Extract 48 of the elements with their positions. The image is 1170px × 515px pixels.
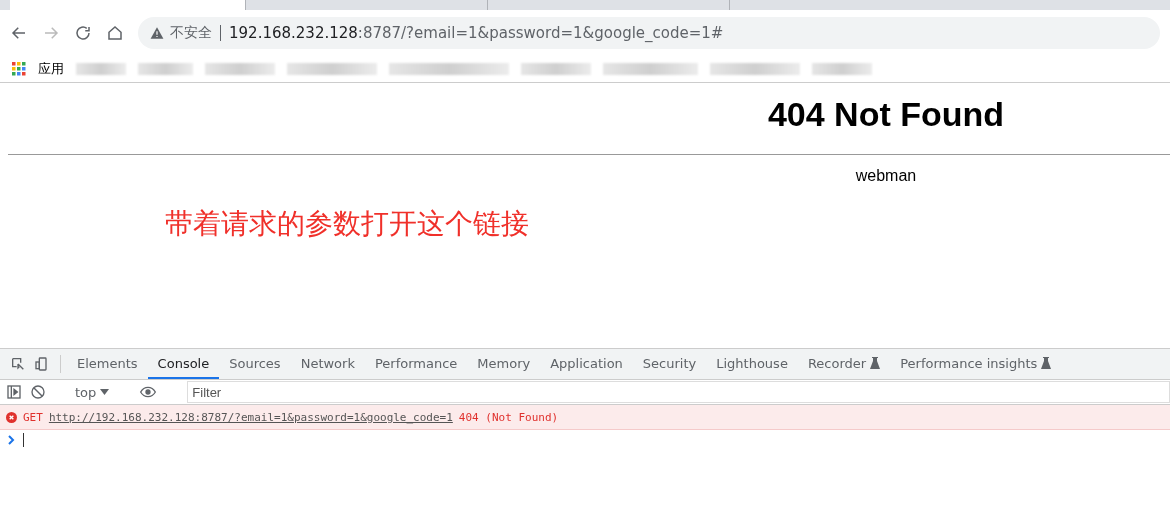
- reload-icon[interactable]: [74, 24, 92, 42]
- security-label: 不安全: [170, 24, 212, 42]
- url-text: 192.168.232.128:8787/?email=1&password=1&google_code=1#: [229, 24, 724, 42]
- blurred-bookmark[interactable]: [287, 63, 377, 75]
- devtools-tab[interactable]: Recorder: [797, 349, 891, 379]
- filter-field[interactable]: Filter: [187, 381, 1170, 403]
- browser-tab[interactable]: [10, 0, 246, 10]
- blurred-bookmark[interactable]: [205, 63, 275, 75]
- text-cursor: [23, 433, 24, 447]
- apps-grid-icon[interactable]: [12, 62, 26, 76]
- eye-icon[interactable]: [138, 384, 159, 400]
- server-name: webman: [855, 167, 917, 185]
- prompt-icon: [8, 435, 15, 445]
- devtools-tab[interactable]: Performance: [364, 349, 468, 379]
- devtools-tab[interactable]: Sources: [219, 349, 291, 379]
- blurred-bookmark[interactable]: [76, 63, 126, 75]
- blurred-bookmark[interactable]: [603, 63, 698, 75]
- devtools-tab[interactable]: Performance insights: [890, 349, 1062, 379]
- address-bar[interactable]: 不安全 192.168.232.128:8787/?email=1&password=1&google_code=1#: [138, 17, 1160, 49]
- status-text: 404 (Not Found): [458, 410, 559, 424]
- back-icon[interactable]: [10, 24, 28, 42]
- caret-icon: [100, 389, 110, 395]
- warning-icon: [150, 26, 164, 40]
- forward-icon[interactable]: [42, 24, 60, 42]
- devtools-tab[interactable]: Lighthouse: [706, 349, 798, 379]
- error-icon: [6, 411, 17, 423]
- context-select[interactable]: top: [75, 384, 110, 400]
- blurred-bookmark[interactable]: [521, 63, 591, 75]
- apps-label[interactable]: 应用: [38, 60, 64, 78]
- sidebar-icon[interactable]: [6, 384, 22, 400]
- page-heading: 404 Not Found: [767, 95, 1005, 134]
- devtools-tab[interactable]: Memory: [467, 349, 541, 379]
- device-icon[interactable]: [34, 356, 50, 372]
- annotation-text: 带着请求的参数打开这个链接: [165, 206, 530, 242]
- request-link[interactable]: http://192.168.232.128:8787/?email=1&password=1&google_code=1: [48, 410, 453, 424]
- home-icon[interactable]: [106, 24, 124, 42]
- devtools-tab[interactable]: Console: [147, 349, 220, 379]
- request-method: GET: [23, 410, 43, 424]
- blurred-bookmark[interactable]: [389, 63, 509, 75]
- blurred-bookmark[interactable]: [710, 63, 800, 75]
- clear-icon[interactable]: [30, 384, 46, 400]
- blurred-bookmark[interactable]: [812, 63, 872, 75]
- inspect-icon[interactable]: [10, 356, 26, 372]
- devtools-tab[interactable]: Security: [632, 349, 707, 379]
- devtools-tab[interactable]: Elements: [67, 349, 148, 379]
- devtools-tab[interactable]: Network: [290, 349, 365, 379]
- devtools-tab[interactable]: Application: [540, 349, 633, 379]
- blurred-bookmark[interactable]: [138, 63, 193, 75]
